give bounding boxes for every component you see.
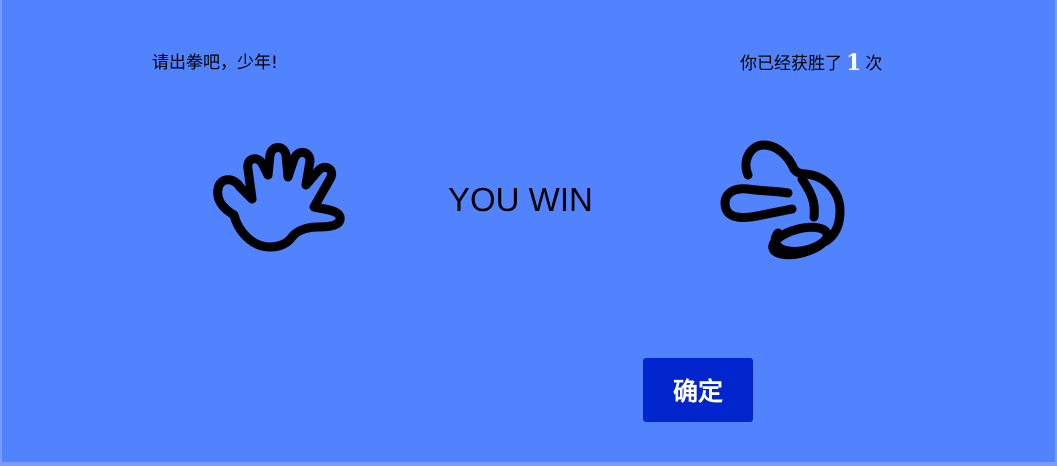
rock-hand-icon [720, 140, 845, 260]
win-counter-suffix: 次 [865, 54, 883, 74]
game-stage: 请出拳吧，少年! 你已经获胜了 1 次 YOU WIN 确定 [2, 0, 1055, 462]
confirm-button[interactable]: 确定 [643, 358, 753, 422]
result-text: YOU WIN [448, 181, 593, 218]
win-counter: 你已经获胜了 1 次 [740, 51, 882, 76]
paper-hand-icon [213, 143, 345, 252]
prompt-text: 请出拳吧，少年! [152, 53, 278, 73]
win-counter-prefix: 你已经获胜了 [740, 54, 842, 74]
win-count: 1 [846, 50, 862, 76]
